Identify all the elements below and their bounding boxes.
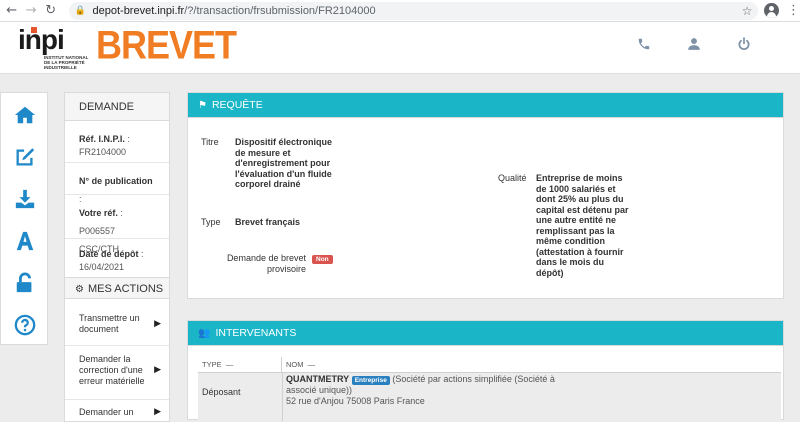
profile-avatar-icon[interactable] xyxy=(764,3,779,18)
mes-actions-title: MES ACTIONS xyxy=(87,283,164,295)
mes-actions-header: ⚙ MES ACTIONS xyxy=(65,277,169,299)
demande-panel: DEMANDE Réf. I.N.P.I. : FR2104000 N° de … xyxy=(64,92,170,422)
back-icon[interactable]: ← xyxy=(4,3,20,19)
titre-label: Titre xyxy=(201,137,219,147)
inpi-logo[interactable]: inpi INSTITUT NATIONAL DE LA PROPRIÉTÉ I… xyxy=(18,24,92,70)
demande-title: DEMANDE xyxy=(65,93,169,121)
row-name: QUANTMETRY xyxy=(286,374,350,384)
type-label: Type xyxy=(201,217,221,227)
table-row[interactable]: Déposant QUANTMETRY Entreprise (Société … xyxy=(198,373,781,421)
help-icon[interactable] xyxy=(1,307,49,343)
browser-menu-icon[interactable]: ⋮ xyxy=(787,3,800,18)
ref-inpi-label: Réf. I.N.P.I. xyxy=(79,134,125,144)
unlock-icon[interactable] xyxy=(1,265,49,301)
action-label: Demander la correction d'une erreur maté… xyxy=(79,354,145,386)
phone-icon[interactable] xyxy=(632,34,656,58)
row-nom: QUANTMETRY Entreprise (Société par actio… xyxy=(286,374,576,406)
user-icon[interactable] xyxy=(682,34,706,58)
date-depot-block: Date de dépôt : 16/04/2021 xyxy=(65,244,169,278)
gears-icon: ⚙ xyxy=(75,284,84,295)
requete-header: ⚑ REQUÊTE xyxy=(188,93,783,118)
home-icon[interactable] xyxy=(1,97,49,133)
provisoire-label: Demande de brevet provisoire xyxy=(226,253,306,274)
power-icon[interactable] xyxy=(732,34,756,58)
column-header-type[interactable]: TYPE — xyxy=(198,357,282,373)
type-value: Brevet français xyxy=(235,217,301,227)
collapse-icon[interactable]: — xyxy=(308,360,316,369)
app-header: inpi INSTITUT NATIONAL DE LA PROPRIÉTÉ I… xyxy=(0,22,800,74)
titre-value: Dispositif électronique de mesure et d'e… xyxy=(235,137,333,189)
qualite-label: Qualité xyxy=(498,173,527,183)
publication-label: N° de publication xyxy=(79,176,153,186)
reload-icon[interactable]: ↻ xyxy=(43,3,59,19)
action-demander-correction[interactable]: Demander la correction d'une erreur maté… xyxy=(65,354,169,388)
address-bar[interactable]: 🔒 depot-brevet.inpi.fr/?/transaction/frs… xyxy=(68,1,759,20)
inpi-logo-dot xyxy=(31,27,37,33)
column-divider xyxy=(282,373,283,421)
intervenants-title: INTERVENANTS xyxy=(215,327,297,339)
votre-ref-label: Votre réf. xyxy=(79,208,118,218)
ref-inpi-block: Réf. I.N.P.I. : FR2104000 xyxy=(65,129,169,163)
column-label: NOM xyxy=(286,360,304,369)
qualite-value: Entreprise de moins de 1000 salariés et … xyxy=(536,173,629,278)
ref-inpi-value: FR2104000 xyxy=(79,147,127,157)
forward-icon[interactable]: → xyxy=(24,3,40,19)
caret-right-icon: ▶ xyxy=(154,365,161,375)
collapse-icon[interactable]: — xyxy=(226,360,234,369)
users-icon: 👥 xyxy=(198,328,211,339)
date-depot-value: 16/04/2021 xyxy=(79,262,125,272)
brevet-brand: BREVET xyxy=(96,22,237,68)
publication-block: N° de publication : xyxy=(65,171,169,204)
font-icon[interactable] xyxy=(1,223,49,259)
entreprise-badge: Entreprise xyxy=(351,376,390,385)
action-demander[interactable]: Demander un ▶ xyxy=(65,407,169,419)
edit-icon[interactable] xyxy=(1,139,49,175)
row-type: Déposant xyxy=(202,387,241,397)
provisoire-badge: Non xyxy=(312,255,333,264)
lock-icon: 🔒 xyxy=(74,5,86,16)
intervenants-panel: 👥 INTERVENANTS TYPE — NOM — Déposant QUAN… xyxy=(187,320,784,421)
intervenants-header: 👥 INTERVENANTS xyxy=(188,321,783,346)
url-host: depot-brevet.inpi.fr xyxy=(92,4,185,17)
column-header-nom[interactable]: NOM — xyxy=(282,357,781,373)
inpi-logo-word: inpi xyxy=(18,24,65,55)
divider xyxy=(65,399,169,400)
caret-right-icon: ▶ xyxy=(154,407,161,417)
url-text[interactable]: depot-brevet.inpi.fr/?/transaction/frsub… xyxy=(93,5,376,17)
column-label: TYPE xyxy=(202,360,222,369)
inpi-logo-subtitle: INSTITUT NATIONAL DE LA PROPRIÉTÉ INDUST… xyxy=(44,55,89,70)
browser-toolbar: ← → ↻ 🔒 depot-brevet.inpi.fr/?/transacti… xyxy=(0,0,800,22)
action-label: Transmettre un document xyxy=(79,313,140,334)
icon-sidebar xyxy=(0,92,48,345)
date-depot-label: Date de dépôt xyxy=(79,249,139,259)
flag-icon: ⚑ xyxy=(198,100,207,111)
bookmark-star-icon[interactable]: ☆ xyxy=(742,4,753,18)
action-transmettre-document[interactable]: Transmettre un document ▶ xyxy=(65,313,169,337)
row-address: 52 rue d'Anjou 75008 Paris France xyxy=(286,395,425,406)
requete-title: REQUÊTE xyxy=(211,99,263,111)
votre-ref-block: Votre réf. : P006557 CSC/CTH xyxy=(65,203,169,254)
caret-right-icon: ▶ xyxy=(154,319,161,329)
url-path: /?/transaction/frsubmission/FR2104000 xyxy=(184,4,376,17)
download-icon[interactable] xyxy=(1,181,49,217)
action-label: Demander un xyxy=(79,407,134,417)
divider xyxy=(65,345,169,346)
requete-panel: ⚑ REQUÊTE Titre Dispositif électronique d… xyxy=(187,92,784,299)
